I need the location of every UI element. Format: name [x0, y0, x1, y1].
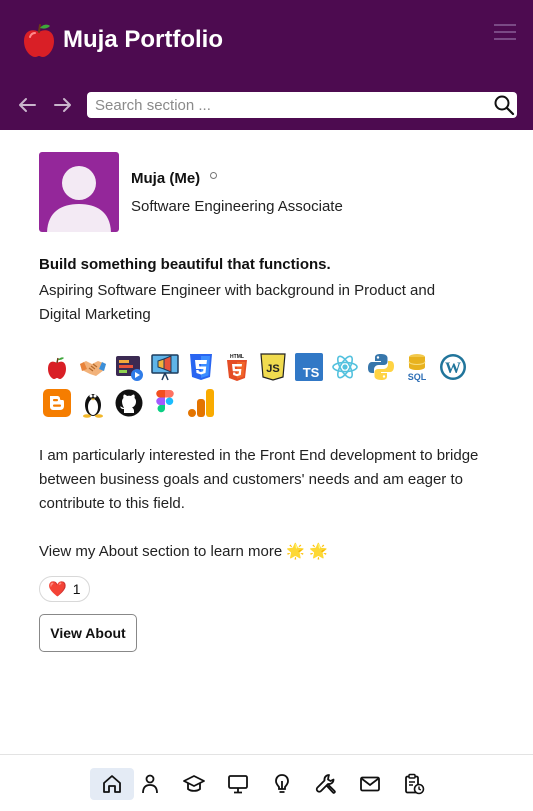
html5-icon: HTML [222, 352, 252, 382]
javascript-icon: JS [258, 352, 288, 382]
blogger-icon [42, 388, 72, 418]
nav-about[interactable] [128, 768, 172, 800]
apple-icon [42, 352, 72, 382]
clipboard-clock-icon [405, 773, 425, 795]
home-icon [103, 775, 121, 793]
css3-icon [186, 352, 216, 382]
intro-text: Aspiring Software Engineer with backgrou… [39, 282, 436, 323]
app-title[interactable]: Muja Portfolio [63, 25, 223, 55]
typescript-icon: TS [294, 352, 324, 382]
linux-icon [78, 388, 108, 418]
heart-icon: ❤️ [48, 581, 67, 598]
search-box [87, 92, 517, 118]
headline: Build something beautiful that functions… [39, 256, 331, 273]
github-icon [114, 388, 144, 418]
arrow-right-icon[interactable] [52, 94, 74, 116]
profile-role: Software Engineering Associate [131, 198, 343, 215]
monitor-icon [228, 775, 248, 794]
user-silhouette-icon [47, 166, 111, 232]
reaction-count: 1 [72, 581, 81, 597]
svg-text:HTML: HTML [230, 354, 244, 360]
hamburger-menu-icon[interactable] [494, 24, 516, 42]
svg-text:W: W [445, 360, 461, 377]
svg-text:JS: JS [266, 363, 279, 375]
person-icon [142, 774, 158, 794]
interest-paragraph: I am particularly interested in the Fron… [39, 447, 479, 512]
svg-text:TS: TS [303, 365, 320, 380]
avatar [39, 152, 119, 232]
figma-icon [150, 388, 180, 418]
about-cta-text: View my About section to learn more 🌟 🌟 [39, 543, 328, 560]
lightbulb-icon [275, 774, 289, 793]
search-icon[interactable] [493, 94, 515, 116]
view-about-button[interactable]: View About [39, 614, 137, 652]
python-icon [366, 352, 396, 382]
nav-contact[interactable] [348, 768, 392, 800]
nav-ideas[interactable] [260, 768, 304, 800]
app-header: Muja Portfolio [0, 0, 533, 130]
wordpress-icon: W [438, 352, 468, 382]
handshake-icon [78, 352, 108, 382]
like-reaction[interactable]: ❤️ 1 [39, 576, 90, 602]
profile-name: Muja (Me) [131, 170, 201, 187]
nav-education[interactable] [172, 768, 216, 800]
search-input[interactable] [95, 95, 485, 115]
video-editing-icon [114, 352, 144, 382]
sql-icon: SQL [402, 352, 432, 382]
google-analytics-icon [186, 388, 216, 418]
nav-resume[interactable] [392, 768, 436, 800]
envelope-icon [360, 776, 380, 792]
react-icon [330, 352, 360, 382]
apple-icon[interactable] [22, 22, 56, 58]
graduation-cap-icon [183, 775, 205, 792]
nav-projects[interactable] [216, 768, 260, 800]
arrow-left-icon[interactable] [16, 94, 38, 116]
wrench-icon [315, 774, 336, 794]
status-indicator [210, 172, 217, 179]
bottom-nav [0, 754, 533, 811]
nav-skills[interactable] [304, 768, 348, 800]
svg-text:SQL: SQL [408, 372, 427, 382]
marketing-icon [150, 352, 180, 382]
